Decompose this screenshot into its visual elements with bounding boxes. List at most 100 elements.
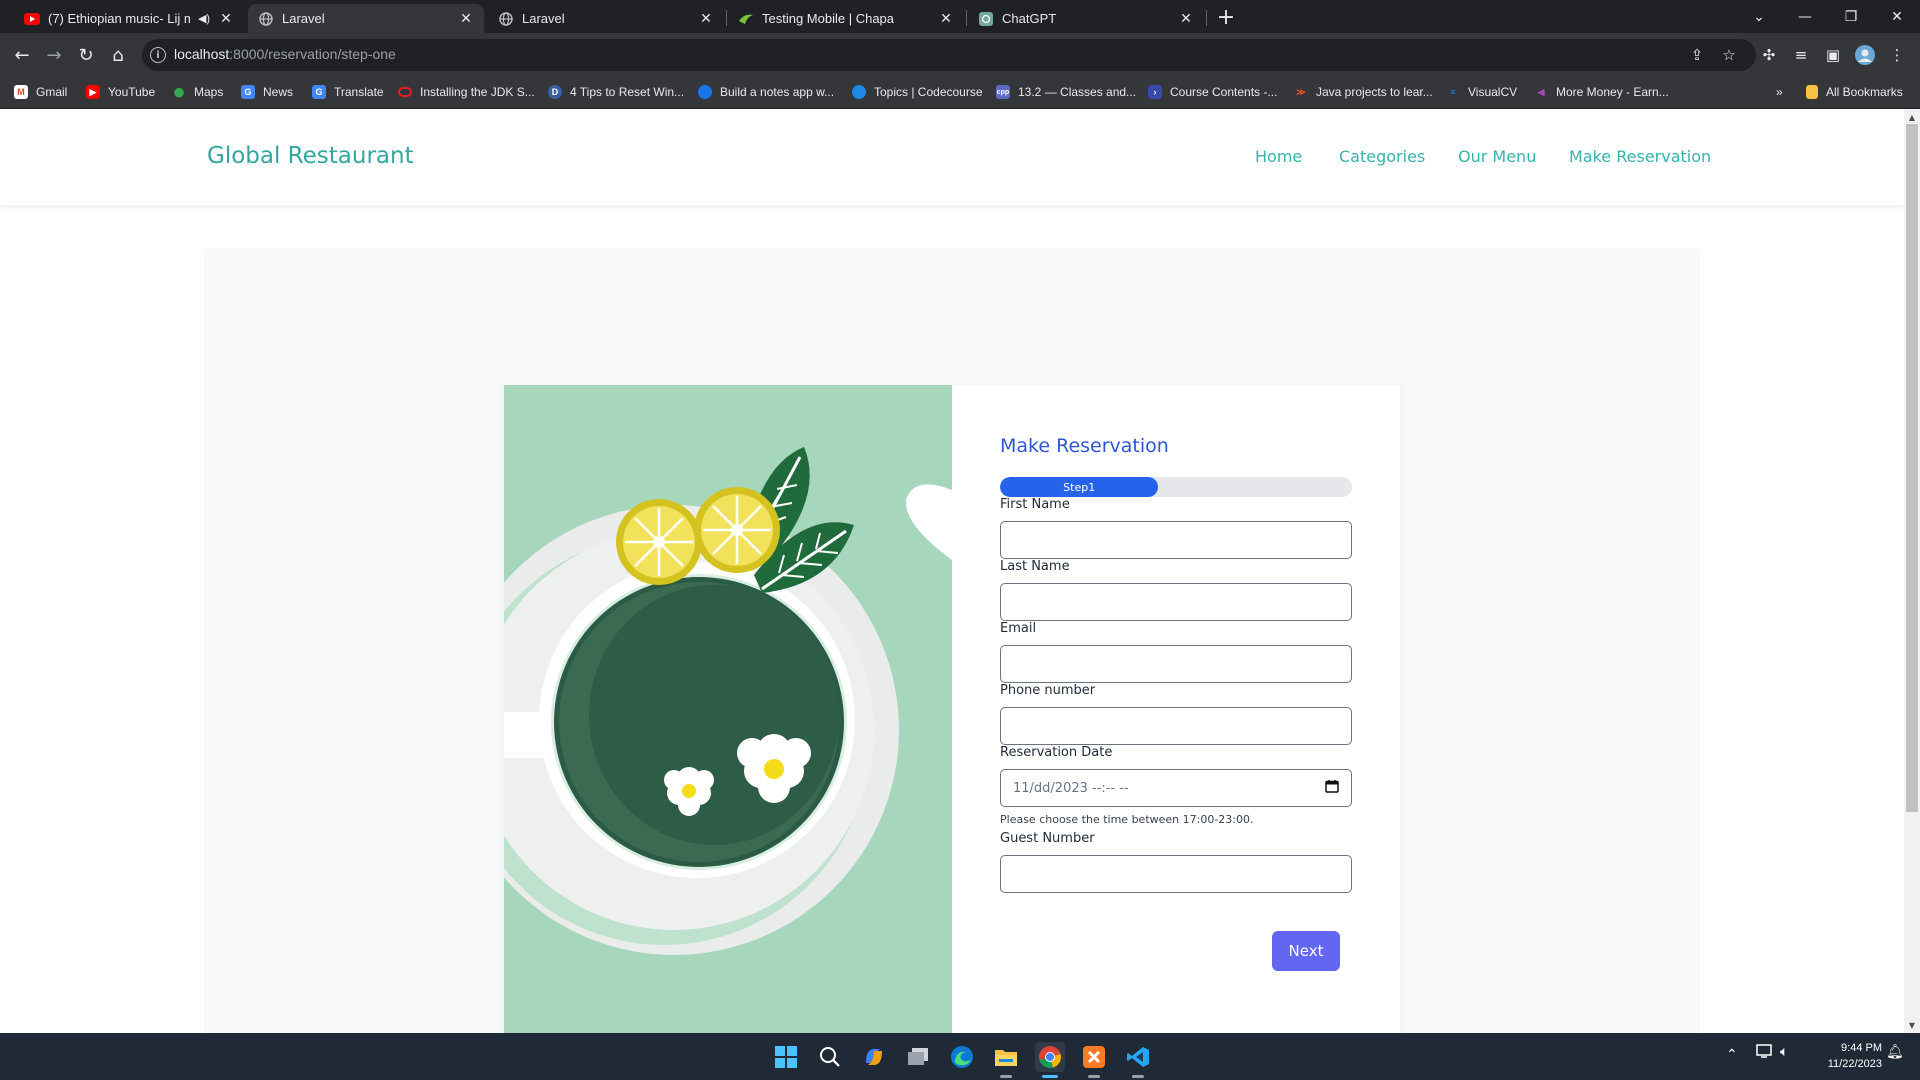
tab-laravel[interactable]: Laravel ✕ [488,4,724,33]
form-title: Make Reservation [1000,435,1169,457]
chatgpt-icon [978,11,994,27]
back-arrow-icon[interactable]: ← [8,41,36,69]
first-name-input[interactable] [1000,521,1352,559]
bookmark-visualcv[interactable]: ≡ VisualCV [1446,81,1517,103]
search-icon[interactable] [815,1042,845,1072]
bookmark-label: 4 Tips to Reset Win... [570,85,685,99]
translate-icon: G [312,85,326,99]
tab-close-icon[interactable]: ✕ [1178,10,1194,27]
address-url[interactable]: localhost:8000/reservation/step-one [174,46,396,62]
guest-number-label: Guest Number [1000,831,1095,846]
chrome-icon[interactable] [1035,1042,1065,1072]
tab-close-icon[interactable]: ✕ [218,10,234,27]
share-icon[interactable]: ⇪ [1686,44,1708,66]
file-explorer-icon[interactable] [991,1042,1021,1072]
bookmark-label: Build a notes app w... [720,85,835,99]
windows-start-icon[interactable] [771,1042,801,1072]
codecourse-icon [852,85,866,99]
extensions-puzzle-icon[interactable]: ✣ [1758,44,1780,66]
star-bookmark-icon[interactable]: ☆ [1718,44,1740,66]
last-name-input[interactable] [1000,583,1352,621]
bookmark-classes[interactable]: cpp 13.2 — Classes and... [996,81,1136,103]
bookmark-java-projects[interactable]: ≫ Java projects to lear... [1294,81,1432,103]
email-input[interactable] [1000,645,1352,683]
tab-title: (7) Ethiopian music- Lij mic [48,11,190,26]
restore-icon[interactable]: ❐ [1828,0,1874,33]
profile-avatar[interactable] [1854,44,1876,66]
vscode-icon[interactable] [1123,1042,1153,1072]
bookmark-label: More Money - Earn... [1556,85,1669,99]
nav-our-menu[interactable]: Our Menu [1458,147,1536,166]
bookmark-label: Gmail [36,85,68,99]
site-brand[interactable]: Global Restaurant [207,143,414,169]
tab-close-icon[interactable]: ✕ [938,10,954,27]
home-icon[interactable]: ⌂ [104,41,132,69]
edge-icon[interactable] [947,1042,977,1072]
bookmark-news[interactable]: G News [241,81,293,103]
reload-icon[interactable]: ↻ [72,41,100,69]
all-bookmarks-folder[interactable]: All Bookmarks [1806,81,1903,103]
notification-bell-icon[interactable]: 🔔︎ [1886,1043,1904,1060]
media-control-icon[interactable]: ≡ [1790,44,1812,66]
nav-home[interactable]: Home [1255,147,1302,166]
reservation-form: Make Reservation Step1 First Name Last N… [952,385,1400,1033]
bookmark-maps[interactable]: ⬤ Maps [172,81,223,103]
progress-fill: Step1 [1000,477,1159,497]
xampp-icon[interactable] [1079,1042,1109,1072]
taskbar-clock[interactable]: 9:44 PM 11/22/2023 [1810,1040,1882,1072]
scroll-up-arrow-icon[interactable]: ▲ [1904,110,1920,124]
bookmark-translate[interactable]: G Translate [312,81,384,103]
nav-categories[interactable]: Categories [1339,147,1425,166]
bookmark-jdk[interactable]: Installing the JDK S... [398,81,535,103]
volume-icon[interactable]: 🔈︎ [1780,1043,1788,1060]
speaker-icon[interactable]: ◀) [196,11,212,27]
copilot-icon[interactable] [859,1042,889,1072]
tab-title: ChatGPT [1002,11,1057,26]
globe-icon [498,11,514,27]
bookmark-label: News [263,85,294,99]
guest-number-input[interactable] [1000,855,1352,893]
bookmark-reset-windows[interactable]: D 4 Tips to Reset Win... [548,81,684,103]
tab-laravel-active[interactable]: Laravel ✕ [248,4,484,33]
forward-arrow-icon[interactable]: → [40,41,68,69]
kebab-menu-icon[interactable]: ⋮ [1886,44,1908,66]
bookmark-label: Topics | Codecourse [874,85,983,99]
scroll-down-arrow-icon[interactable]: ▼ [1904,1018,1920,1032]
bookmark-course-contents[interactable]: › Course Contents -... [1148,81,1277,103]
close-window-icon[interactable]: ✕ [1874,0,1920,33]
email-label: Email [1000,621,1037,636]
visualcv-icon: ≡ [1450,87,1456,97]
bookmark-gmail[interactable]: M Gmail [14,81,67,103]
minimize-icon[interactable]: — [1782,0,1828,33]
bookmark-label: Maps [194,85,224,99]
bookmark-codecourse[interactable]: Topics | Codecourse [852,81,983,103]
overflow-chevron-icon: » [1776,85,1783,99]
nav-make-reservation[interactable]: Make Reservation [1569,147,1711,166]
site-header: Global Restaurant Home Categories Our Me… [0,109,1904,205]
tray-chevron-up-icon[interactable]: ⌃ [1726,1046,1738,1063]
reservation-date-input[interactable]: 11/dd/2023 --:-- -- [1000,769,1352,807]
tab-youtube-music[interactable]: (7) Ethiopian music- Lij mic ◀) ✕ [14,4,244,33]
network-icon[interactable] [1756,1043,1774,1062]
phone-input[interactable] [1000,707,1352,745]
scrollbar-thumb[interactable] [1906,124,1918,812]
bookmark-notes-app[interactable]: Build a notes app w... [698,81,834,103]
maps-icon: ⬤ [173,86,185,97]
calendar-icon[interactable] [1325,779,1339,797]
running-indicator [1132,1075,1144,1078]
tab-chatgpt[interactable]: ChatGPT ✕ [968,4,1204,33]
bookmarks-overflow-button[interactable]: » [1776,81,1783,103]
bookmark-youtube[interactable]: ▶ YouTube [86,81,155,103]
side-panel-icon[interactable]: ▣ [1822,44,1844,66]
bookmark-more-money[interactable]: ◀ More Money - Earn... [1534,81,1669,103]
tab-close-icon[interactable]: ✕ [698,10,714,27]
task-view-icon[interactable] [903,1042,933,1072]
site-info-icon[interactable]: i [150,47,166,63]
tab-title: Laravel [282,11,325,26]
tab-search-chevron-icon[interactable]: ⌄ [1736,0,1782,33]
tab-chapa[interactable]: Testing Mobile | Chapa ✕ [728,4,964,33]
clock-date: 11/22/2023 [1827,1058,1882,1070]
next-button[interactable]: Next [1272,931,1340,971]
tab-close-icon[interactable]: ✕ [458,10,474,27]
new-tab-plus-icon[interactable]: + [1214,5,1238,30]
